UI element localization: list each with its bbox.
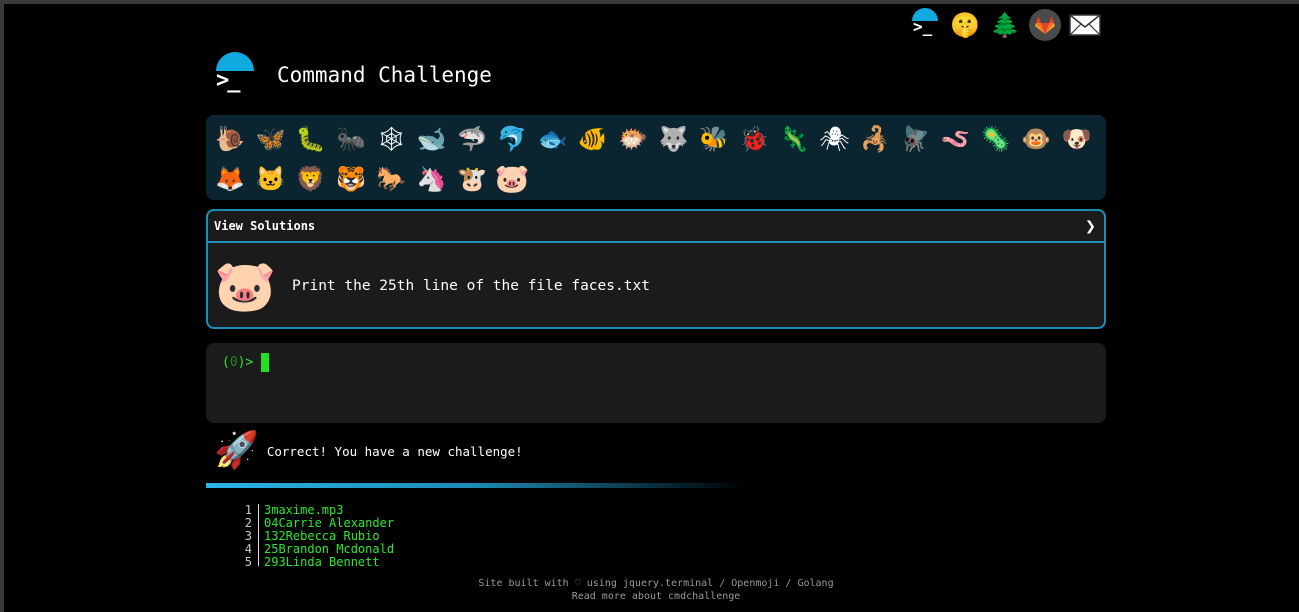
challenge-unicorn-icon[interactable]: 🦄	[411, 159, 451, 199]
challenge-body: 🐷 Print the 25th line of the file faces.…	[208, 243, 1104, 327]
pig-face-icon: 🐷	[214, 257, 277, 315]
challenge-emoji-bar: 🐌 🦋 🐛 🐜 🕸 🐋 🦈 🐬 🐟 🐠 🐡 🐺 🐝 🐞 🦎 🕷 🦂 🪰 🪱 🦠 🐵 🐶 🦊 🐱 🦁 🐯 🐎 🦄 🐮 🐷	[206, 115, 1106, 200]
challenge-bee-icon[interactable]: 🐝	[694, 119, 734, 159]
challenge-wolf-icon[interactable]: 🐺	[653, 119, 693, 159]
top-icon-bar: >_ 🤫 🌲	[908, 8, 1102, 42]
challenge-cat-face-icon[interactable]: 🐱	[250, 159, 290, 199]
challenge-shark-icon[interactable]: 🦈	[452, 119, 492, 159]
prompt-count: 0	[229, 355, 238, 370]
rocket-icon: 🚀	[214, 430, 259, 471]
footer: Site built with ♡ using jquery.terminal …	[206, 577, 1106, 603]
challenge-worm-icon[interactable]: 🪱	[935, 119, 975, 159]
file-output: 1 3maxime.mp3 2 04Carrie Alexander 3 132Rebec…	[236, 504, 836, 566]
challenge-caterpillar-icon[interactable]: 🐛	[291, 119, 331, 159]
page-title[interactable]: Command Challenge	[277, 63, 492, 87]
view-solutions-header[interactable]: View Solutions ❯	[208, 211, 1104, 243]
challenge-panel: View Solutions ❯ 🐷 Print the 25th line o…	[206, 209, 1106, 329]
challenge-microbe-icon[interactable]: 🦠	[976, 119, 1016, 159]
prompt-open: (	[222, 355, 230, 370]
shushing-face-icon[interactable]: 🤫	[948, 8, 982, 42]
challenge-lizard-icon[interactable]: 🦎	[774, 119, 814, 159]
challenge-whale-icon[interactable]: 🐋	[411, 119, 451, 159]
challenge-lion-icon[interactable]: 🦁	[291, 159, 331, 199]
line-text: 293Linda Bennett	[264, 555, 380, 567]
view-solutions-label: View Solutions	[214, 219, 316, 233]
challenge-cow-face-icon[interactable]: 🐮	[452, 159, 492, 199]
feedback-message: 🚀 Correct! You have a new challenge!	[214, 433, 523, 469]
challenge-dog-face-icon[interactable]: 🐶	[1056, 119, 1096, 159]
challenge-dolphin-icon[interactable]: 🐬	[492, 119, 532, 159]
challenge-spider-icon[interactable]: 🕷	[814, 119, 854, 159]
cmdchallenge-logo-icon[interactable]: >_	[908, 8, 942, 42]
site-header: >_ Command Challenge	[212, 52, 492, 98]
terminal-cursor[interactable]	[261, 353, 270, 372]
christmas-tree-icon[interactable]: 🌲	[988, 8, 1022, 42]
shushing-face-glyph: 🤫	[950, 11, 980, 39]
gitlab-icon[interactable]	[1028, 8, 1062, 42]
feedback-text: Correct! You have a new challenge!	[266, 443, 523, 459]
envelope-icon[interactable]	[1068, 8, 1102, 42]
challenge-ant-icon[interactable]: 🐜	[331, 119, 371, 159]
challenge-tropical-fish-icon[interactable]: 🐠	[573, 119, 613, 159]
challenge-tiger-face-icon[interactable]: 🐯	[331, 159, 371, 199]
challenge-scorpion-icon[interactable]: 🦂	[855, 119, 895, 159]
file-line: 5 293Linda Bennett	[236, 556, 836, 566]
terminal-input[interactable]: (0)>	[206, 343, 1106, 423]
challenge-lady-beetle-icon[interactable]: 🐞	[734, 119, 774, 159]
footer-credits[interactable]: Site built with ♡ using jquery.terminal …	[206, 577, 1106, 590]
challenge-horse-icon[interactable]: 🐎	[371, 159, 411, 199]
challenge-snail-icon[interactable]: 🐌	[210, 119, 250, 159]
logo-prompt-glyph: >_	[216, 68, 240, 93]
logo-prompt-glyph: >_	[913, 17, 933, 36]
terminal-prompt: (0)>	[222, 353, 270, 372]
challenge-spider-web-icon[interactable]: 🕸	[371, 119, 411, 159]
challenge-fish-icon[interactable]: 🐟	[532, 119, 572, 159]
christmas-tree-glyph: 🌲	[990, 11, 1020, 39]
challenge-monkey-face-icon[interactable]: 🐵	[1016, 119, 1056, 159]
footer-read-more-link[interactable]: Read more about cmdchallenge	[206, 590, 1106, 603]
progress-divider	[206, 483, 746, 488]
challenge-butterfly-icon[interactable]: 🦋	[250, 119, 290, 159]
line-number: 5	[236, 556, 259, 566]
challenge-fly-icon[interactable]: 🪰	[895, 119, 935, 159]
chevron-right-icon[interactable]: ❯	[1085, 216, 1096, 237]
challenge-blowfish-icon[interactable]: 🐡	[613, 119, 653, 159]
challenge-pig-face-icon[interactable]: 🐷	[492, 159, 532, 199]
challenge-fox-icon[interactable]: 🦊	[210, 159, 250, 199]
prompt-close: )>	[237, 355, 254, 370]
cmdchallenge-logo[interactable]: >_	[212, 52, 258, 98]
challenge-description: Print the 25th line of the file faces.tx…	[292, 278, 650, 294]
